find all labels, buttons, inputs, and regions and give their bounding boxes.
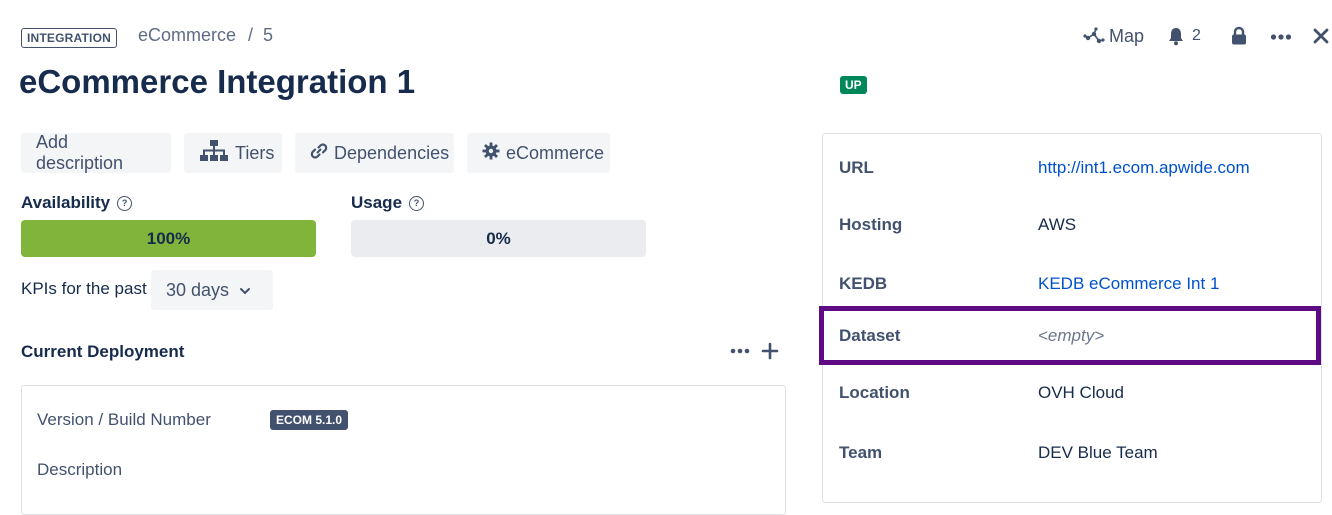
detail-value-location: OVH Cloud [1038,383,1124,402]
kpi-period-label: KPIs for the past [21,279,147,298]
current-deployment-title: Current Deployment [21,342,185,361]
help-icon[interactable]: ? [409,195,425,211]
tiers-button[interactable]: Tiers [184,133,282,173]
map-label: Map [1109,26,1145,46]
detail-value-url[interactable]: http://int1.ecom.apwide.com [1038,158,1250,178]
notifications-count: 2 [1192,27,1201,44]
ecommerce-label: eCommerce [506,142,605,163]
add-description-label: Add description [36,132,124,173]
detail-value-team: DEV Blue Team [1038,443,1158,462]
add-description-button[interactable]: Add description [21,132,171,173]
map-icon [1083,26,1105,47]
detail-value-dataset[interactable]: <empty> [1038,326,1104,346]
deployment-panel: Version / Build Number ECOM 5.1.0 Descri… [21,385,786,515]
usage-heading: Usage ? [351,193,425,213]
plus-icon [761,342,779,360]
detail-label-team: Team [839,443,883,462]
detail-value-hosting: AWS [1038,215,1077,234]
usage-label: Usage [351,193,403,212]
breadcrumb-separator: / [248,25,254,45]
usage-value: 0% [486,228,511,248]
version-badge: ECOM 5.1.0 [270,410,349,430]
tiers-label: Tiers [235,142,275,163]
detail-value-kedb[interactable]: KEDB eCommerce Int 1 [1038,274,1219,294]
availability-heading: Availability ? [21,193,133,213]
more-icon [1270,26,1292,46]
usage-bar: 0% [351,220,646,257]
kpi-period-select[interactable]: 30 days [151,270,273,310]
breadcrumb-app[interactable]: eCommerce [138,25,236,46]
description-label: Description [37,460,123,479]
breadcrumb-index: 5 [263,25,274,45]
detail-label-url: URL [839,158,874,177]
detail-label-kedb: KEDB [839,274,888,293]
dependencies-label: Dependencies [334,142,450,163]
version-label: Version / Build Number [37,410,211,429]
more-actions-button[interactable] [1270,26,1292,46]
detail-label-dataset: Dataset [839,326,901,345]
type-badge: INTEGRATION [21,28,117,48]
detail-label-hosting: Hosting [839,215,903,234]
kpi-period-value: 30 days [166,279,230,300]
close-button[interactable] [1312,26,1330,46]
availability-label: Availability [21,193,111,212]
status-badge: UP [840,76,867,94]
chevron-down-icon [239,280,251,301]
more-icon [730,342,750,360]
map-button[interactable]: Map [1083,26,1144,47]
hierarchy-icon [199,139,235,168]
details-panel: URL http://int1.ecom.apwide.com Hosting … [822,133,1322,503]
dependencies-button[interactable]: Dependencies [295,133,454,173]
detail-label-location: Location [839,383,910,402]
lock-button[interactable] [1230,26,1248,46]
gear-icon [482,142,506,165]
add-deployment-button[interactable] [761,342,779,360]
bell-icon [1166,26,1186,46]
lock-icon [1230,26,1248,46]
page-title: eCommerce Integration 1 [19,63,416,100]
close-icon [1312,26,1330,46]
availability-value: 100% [146,228,191,248]
availability-bar: 100% [21,220,316,257]
notifications-button[interactable]: 2 [1166,26,1201,46]
deployment-more-button[interactable] [730,342,750,360]
ecommerce-app-button[interactable]: eCommerce [467,133,610,173]
link-icon [310,142,334,165]
help-icon[interactable]: ? [117,195,133,211]
